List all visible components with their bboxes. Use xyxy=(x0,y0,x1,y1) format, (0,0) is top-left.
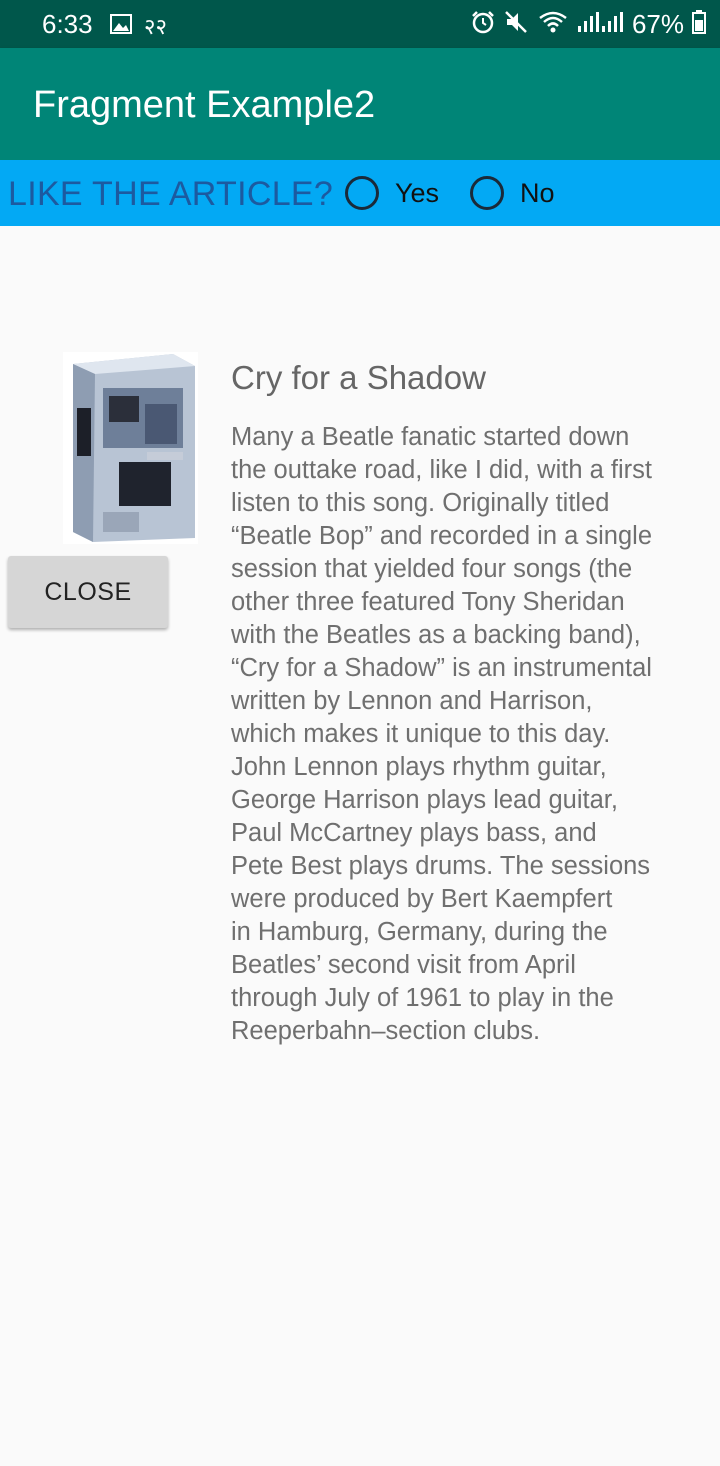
wifi-icon xyxy=(538,10,568,39)
status-bar: 6:33 २२ 67% xyxy=(0,0,720,48)
article-line: written by Lennon and Harrison, xyxy=(231,687,593,715)
article-line: through July of 1961 to play in the xyxy=(231,984,614,1012)
question-bar: LIKE THE ARTICLE? Yes No xyxy=(0,160,720,226)
article-line: Many a Beatle fanatic started down xyxy=(231,423,630,451)
album-box-icon xyxy=(63,352,198,544)
article-line: Pete Best plays drums. The sessions xyxy=(231,852,651,880)
battery-percent: 67% xyxy=(631,9,684,39)
mute-icon xyxy=(504,10,530,39)
close-button[interactable]: CLOSE xyxy=(8,556,168,628)
radio-yes-circle-icon[interactable] xyxy=(345,176,379,210)
article-line: “Beatle Bop” and recorded in a single xyxy=(231,522,653,550)
app-bar: Fragment Example2 xyxy=(0,48,720,160)
image-icon xyxy=(110,13,132,39)
battery-icon xyxy=(692,9,706,39)
radio-no[interactable]: No xyxy=(470,172,555,214)
status-extra-glyph: २२ xyxy=(144,15,167,40)
article-line: which makes it unique to this day. xyxy=(231,720,611,748)
status-time: 6:33 xyxy=(42,9,93,39)
radio-no-circle-icon[interactable] xyxy=(470,176,504,210)
signal-icon xyxy=(576,10,624,39)
radio-yes-label[interactable]: Yes xyxy=(395,178,439,209)
article-line: session that yielded four songs (the xyxy=(231,555,633,583)
radio-no-label[interactable]: No xyxy=(520,178,555,209)
article-line: listen to this song. Originally titled xyxy=(231,489,610,517)
article-line: Reeperbahn–section clubs. xyxy=(231,1017,541,1045)
article-line: with the Beatles as a backing band), xyxy=(231,621,641,649)
question-label: LIKE THE ARTICLE? xyxy=(8,175,334,213)
article-body: Many a Beatle fanatic started down the o… xyxy=(231,421,713,1048)
alarm-icon xyxy=(470,10,496,39)
article-line: Paul McCartney plays bass, and xyxy=(231,819,597,847)
article-line: “Cry for a Shadow” is an instrumental xyxy=(231,654,652,682)
article-line: John Lennon plays rhythm guitar, xyxy=(231,753,607,781)
article-line: the outtake road, like I did, with a fir… xyxy=(231,456,652,484)
article-line: George Harrison plays lead guitar, xyxy=(231,786,618,814)
article-line: in Hamburg, Germany, during the xyxy=(231,918,608,946)
article-line: Beatles’ second visit from April xyxy=(231,951,576,979)
status-right-icons: 67% xyxy=(470,8,706,40)
article-line: other three featured Tony Sheridan xyxy=(231,588,625,616)
article-title: Cry for a Shadow xyxy=(231,359,486,396)
app-title: Fragment Example2 xyxy=(33,84,376,126)
article-line: were produced by Bert Kaempfert xyxy=(231,885,613,913)
status-left-icons: २२ xyxy=(110,11,167,41)
radio-yes[interactable]: Yes xyxy=(345,172,439,214)
